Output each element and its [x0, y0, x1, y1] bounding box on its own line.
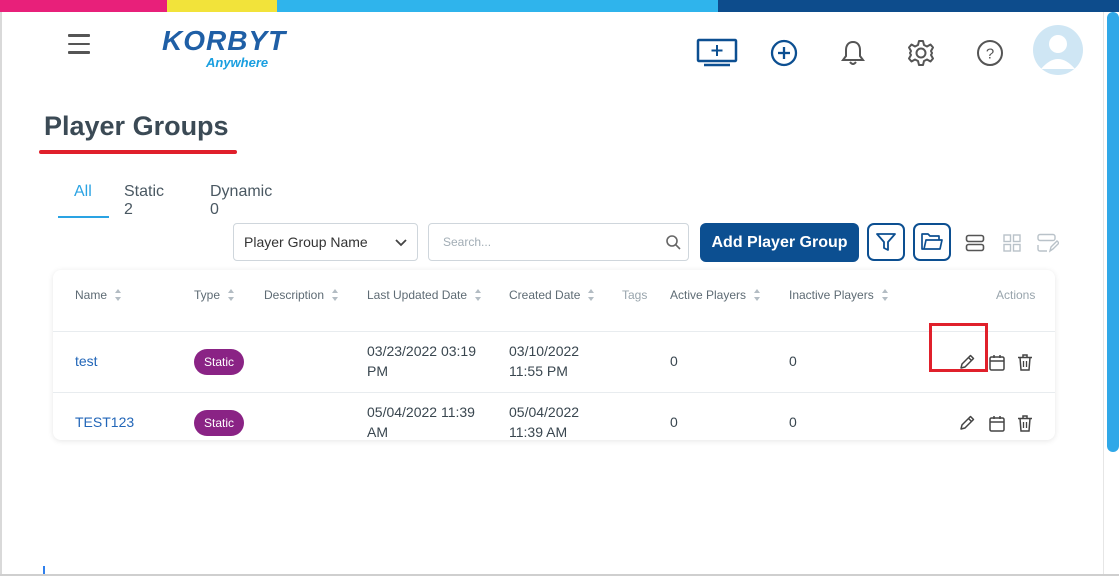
calendar-icon[interactable]	[987, 413, 1007, 433]
col-header-inactive[interactable]: Inactive Players	[789, 288, 888, 302]
scrollbar-thumb[interactable]	[1107, 12, 1119, 452]
edit-highlight-box	[929, 323, 988, 372]
sort-icon[interactable]	[115, 289, 122, 301]
edit-icon[interactable]	[957, 413, 977, 433]
add-circle-icon[interactable]	[767, 36, 801, 70]
date-line: 05/04/2022 11:39	[367, 404, 475, 420]
edit-view-icon[interactable]	[1037, 232, 1059, 254]
col-header-label: Type	[194, 288, 221, 302]
col-header-name[interactable]: Name	[75, 288, 122, 302]
brand-color-bar	[0, 0, 1119, 12]
time-line: 11:39 AM	[509, 424, 568, 440]
col-header-label: Last Updated Date	[367, 288, 468, 302]
sort-icon[interactable]	[332, 289, 339, 301]
col-header-label: Description	[264, 288, 325, 302]
col-header-active[interactable]: Active Players	[670, 288, 761, 302]
sort-icon[interactable]	[588, 289, 595, 301]
type-badge: Static	[194, 410, 244, 436]
col-header-label: Active Players	[670, 288, 747, 302]
date-line: 03/10/2022	[509, 343, 580, 359]
active-players-count: 0	[670, 414, 678, 430]
last-updated-date: 05/04/2022 11:39 AM	[367, 402, 475, 442]
bell-icon[interactable]	[836, 36, 870, 70]
tab-static[interactable]: Static 2	[124, 183, 164, 219]
search-input[interactable]	[429, 234, 658, 250]
group-name-link[interactable]: test	[75, 351, 98, 371]
row-divider	[53, 392, 1055, 393]
col-header-created[interactable]: Created Date	[509, 288, 595, 302]
time-line: 11:55 PM	[509, 363, 568, 379]
time-line: PM	[367, 363, 388, 379]
col-header-description[interactable]: Description	[264, 288, 339, 302]
last-updated-date: 03/23/2022 03:19 PM	[367, 341, 476, 381]
page-title: Player Groups	[44, 111, 229, 141]
search-icon[interactable]	[658, 234, 688, 250]
row-divider	[53, 331, 1055, 332]
sort-icon[interactable]	[475, 289, 482, 301]
folder-icon[interactable]	[913, 223, 951, 261]
col-header-actions: Actions	[996, 288, 1035, 302]
created-date: 03/10/2022 11:55 PM	[509, 341, 579, 381]
menu-icon[interactable]	[68, 34, 90, 60]
col-header-label: Inactive Players	[789, 288, 874, 302]
search-box	[428, 223, 689, 261]
korbyt-logo[interactable]: KORBYT Anywhere	[162, 26, 292, 82]
col-header-label: Name	[75, 288, 108, 302]
logo-main-text: KORBYT	[162, 25, 287, 56]
col-header-label: Actions	[996, 288, 1036, 302]
help-icon[interactable]: ?	[973, 36, 1007, 70]
calendar-icon[interactable]	[987, 352, 1007, 372]
created-date: 05/04/2022 11:39 AM	[509, 402, 579, 442]
logo-sub-text: Anywhere	[206, 55, 269, 70]
col-header-label: Created Date	[509, 288, 581, 302]
date-line: 03/23/2022 03:19	[367, 343, 476, 359]
tab-all[interactable]: All	[74, 183, 92, 219]
col-header-tags: Tags	[622, 288, 647, 302]
active-players-count: 0	[670, 353, 678, 369]
add-screen-icon[interactable]	[696, 36, 738, 70]
title-underline	[39, 150, 237, 154]
filter-field-select[interactable]: Player Group Name	[233, 223, 418, 261]
trash-icon[interactable]	[1015, 413, 1035, 433]
add-player-group-button[interactable]: Add Player Group	[700, 223, 859, 262]
trash-icon[interactable]	[1015, 352, 1035, 372]
filter-field-value: Player Group Name	[244, 234, 368, 250]
group-name-link[interactable]: TEST123	[75, 412, 134, 432]
tab-dynamic[interactable]: Dynamic 0	[210, 183, 272, 219]
svg-text:?: ?	[986, 46, 994, 63]
inactive-players-count: 0	[789, 353, 797, 369]
grid-view-icon[interactable]	[1001, 232, 1023, 254]
col-header-type[interactable]: Type	[194, 288, 235, 302]
sort-icon[interactable]	[754, 289, 761, 301]
time-line: AM	[367, 424, 388, 440]
chevron-down-icon	[395, 234, 407, 250]
vertical-scrollbar[interactable]	[1103, 12, 1119, 576]
col-header-updated[interactable]: Last Updated Date	[367, 288, 482, 302]
col-header-label: Tags	[622, 288, 648, 302]
list-view-icon[interactable]	[964, 232, 986, 254]
inactive-players-count: 0	[789, 414, 797, 430]
user-avatar-icon[interactable]	[1033, 25, 1083, 75]
type-badge: Static	[194, 349, 244, 375]
sort-icon[interactable]	[228, 289, 235, 301]
sort-icon[interactable]	[881, 289, 888, 301]
date-line: 05/04/2022	[509, 404, 580, 420]
active-tab-indicator	[58, 216, 109, 218]
filter-icon[interactable]	[867, 223, 905, 261]
gear-icon[interactable]	[904, 36, 938, 70]
